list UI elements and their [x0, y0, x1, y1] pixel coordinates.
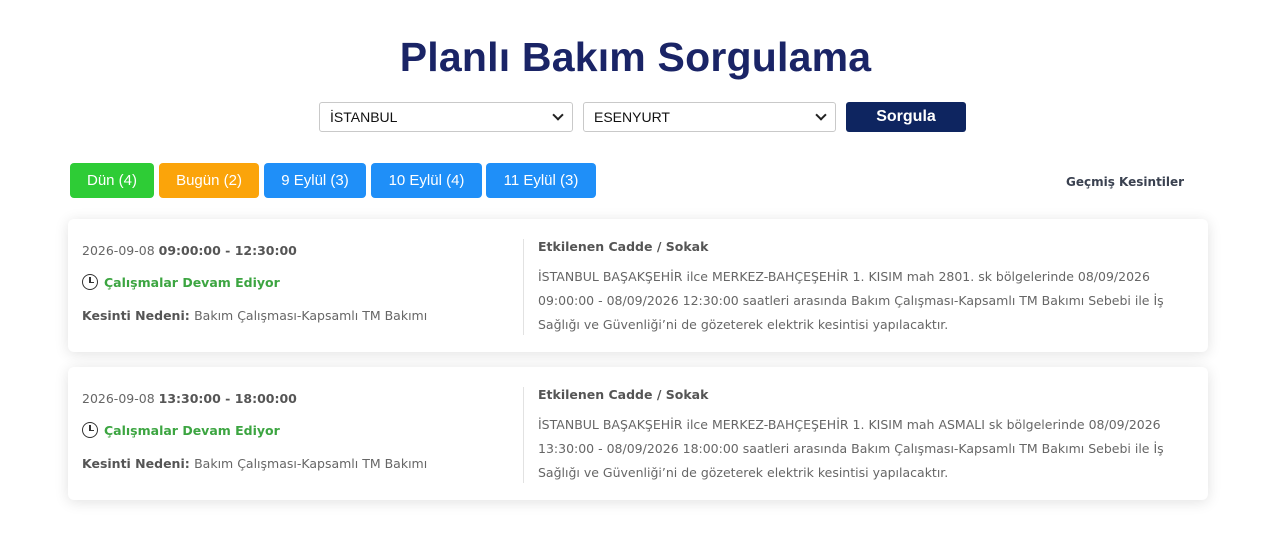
- outage-status: Çalışmalar Devam Ediyor: [82, 422, 280, 438]
- outage-summary: 2026-09-08 09:00:00 - 12:30:00 Çalışmala…: [82, 219, 512, 352]
- outage-card: 2026-09-08 13:30:00 - 18:00:00 Çalışmala…: [68, 367, 1208, 500]
- tab-10-september[interactable]: 10 Eylül (4): [371, 163, 482, 198]
- outage-status: Çalışmalar Devam Ediyor: [82, 274, 280, 290]
- clock-icon: [82, 422, 98, 438]
- outage-reason-text: Bakım Çalışması-Kapsamlı TM Bakımı: [194, 308, 428, 323]
- card-divider: [523, 387, 524, 483]
- card-divider: [523, 239, 524, 335]
- outage-reason-label: Kesinti Nedeni:: [82, 456, 195, 471]
- chevron-down-icon: [815, 109, 827, 121]
- tab-9-september[interactable]: 9 Eylül (3): [264, 163, 366, 198]
- query-button[interactable]: Sorgula: [846, 102, 966, 132]
- affected-streets-heading: Etkilenen Cadde / Sokak: [538, 387, 709, 402]
- outage-reason-text: Bakım Çalışması-Kapsamlı TM Bakımı: [194, 456, 428, 471]
- outage-time: 2026-09-08 13:30:00 - 18:00:00: [82, 391, 297, 406]
- affected-streets-heading: Etkilenen Cadde / Sokak: [538, 239, 709, 254]
- past-outages-link[interactable]: Geçmiş Kesintiler: [1066, 175, 1184, 189]
- city-select-value: İSTANBUL: [330, 109, 398, 125]
- district-select-value: ESENYURT: [594, 109, 670, 125]
- outage-reason-label: Kesinti Nedeni:: [82, 308, 195, 323]
- city-select[interactable]: İSTANBUL: [319, 102, 573, 132]
- outage-time: 2026-09-08 09:00:00 - 12:30:00: [82, 243, 297, 258]
- outage-status-text: Çalışmalar Devam Ediyor: [104, 422, 280, 438]
- tab-today[interactable]: Bugün (2): [159, 163, 259, 198]
- outage-card: 2026-09-08 09:00:00 - 12:30:00 Çalışmala…: [68, 219, 1208, 352]
- outage-date: 2026-09-08: [82, 243, 159, 258]
- chevron-down-icon: [552, 109, 564, 121]
- clock-icon: [82, 274, 98, 290]
- affected-streets-text: İSTANBUL BAŞAKŞEHİR ilce MERKEZ-BAHÇEŞEH…: [538, 417, 1164, 480]
- outage-reason: Kesinti Nedeni: Bakım Çalışması-Kapsamlı…: [82, 456, 427, 471]
- district-select[interactable]: ESENYURT: [583, 102, 836, 132]
- outage-time-range: 13:30:00 - 18:00:00: [158, 391, 297, 406]
- outage-summary: 2026-09-08 13:30:00 - 18:00:00 Çalışmala…: [82, 367, 512, 500]
- outage-status-text: Çalışmalar Devam Ediyor: [104, 274, 280, 290]
- outage-time-range: 09:00:00 - 12:30:00: [158, 243, 297, 258]
- page-title: Planlı Bakım Sorgulama: [399, 34, 872, 80]
- tab-yesterday[interactable]: Dün (4): [70, 163, 154, 198]
- affected-streets-text: İSTANBUL BAŞAKŞEHİR ilce MERKEZ-BAHÇEŞEH…: [538, 269, 1164, 332]
- outage-reason: Kesinti Nedeni: Bakım Çalışması-Kapsamlı…: [82, 308, 427, 323]
- tab-11-september[interactable]: 11 Eylül (3): [486, 163, 596, 198]
- outage-date: 2026-09-08: [82, 391, 159, 406]
